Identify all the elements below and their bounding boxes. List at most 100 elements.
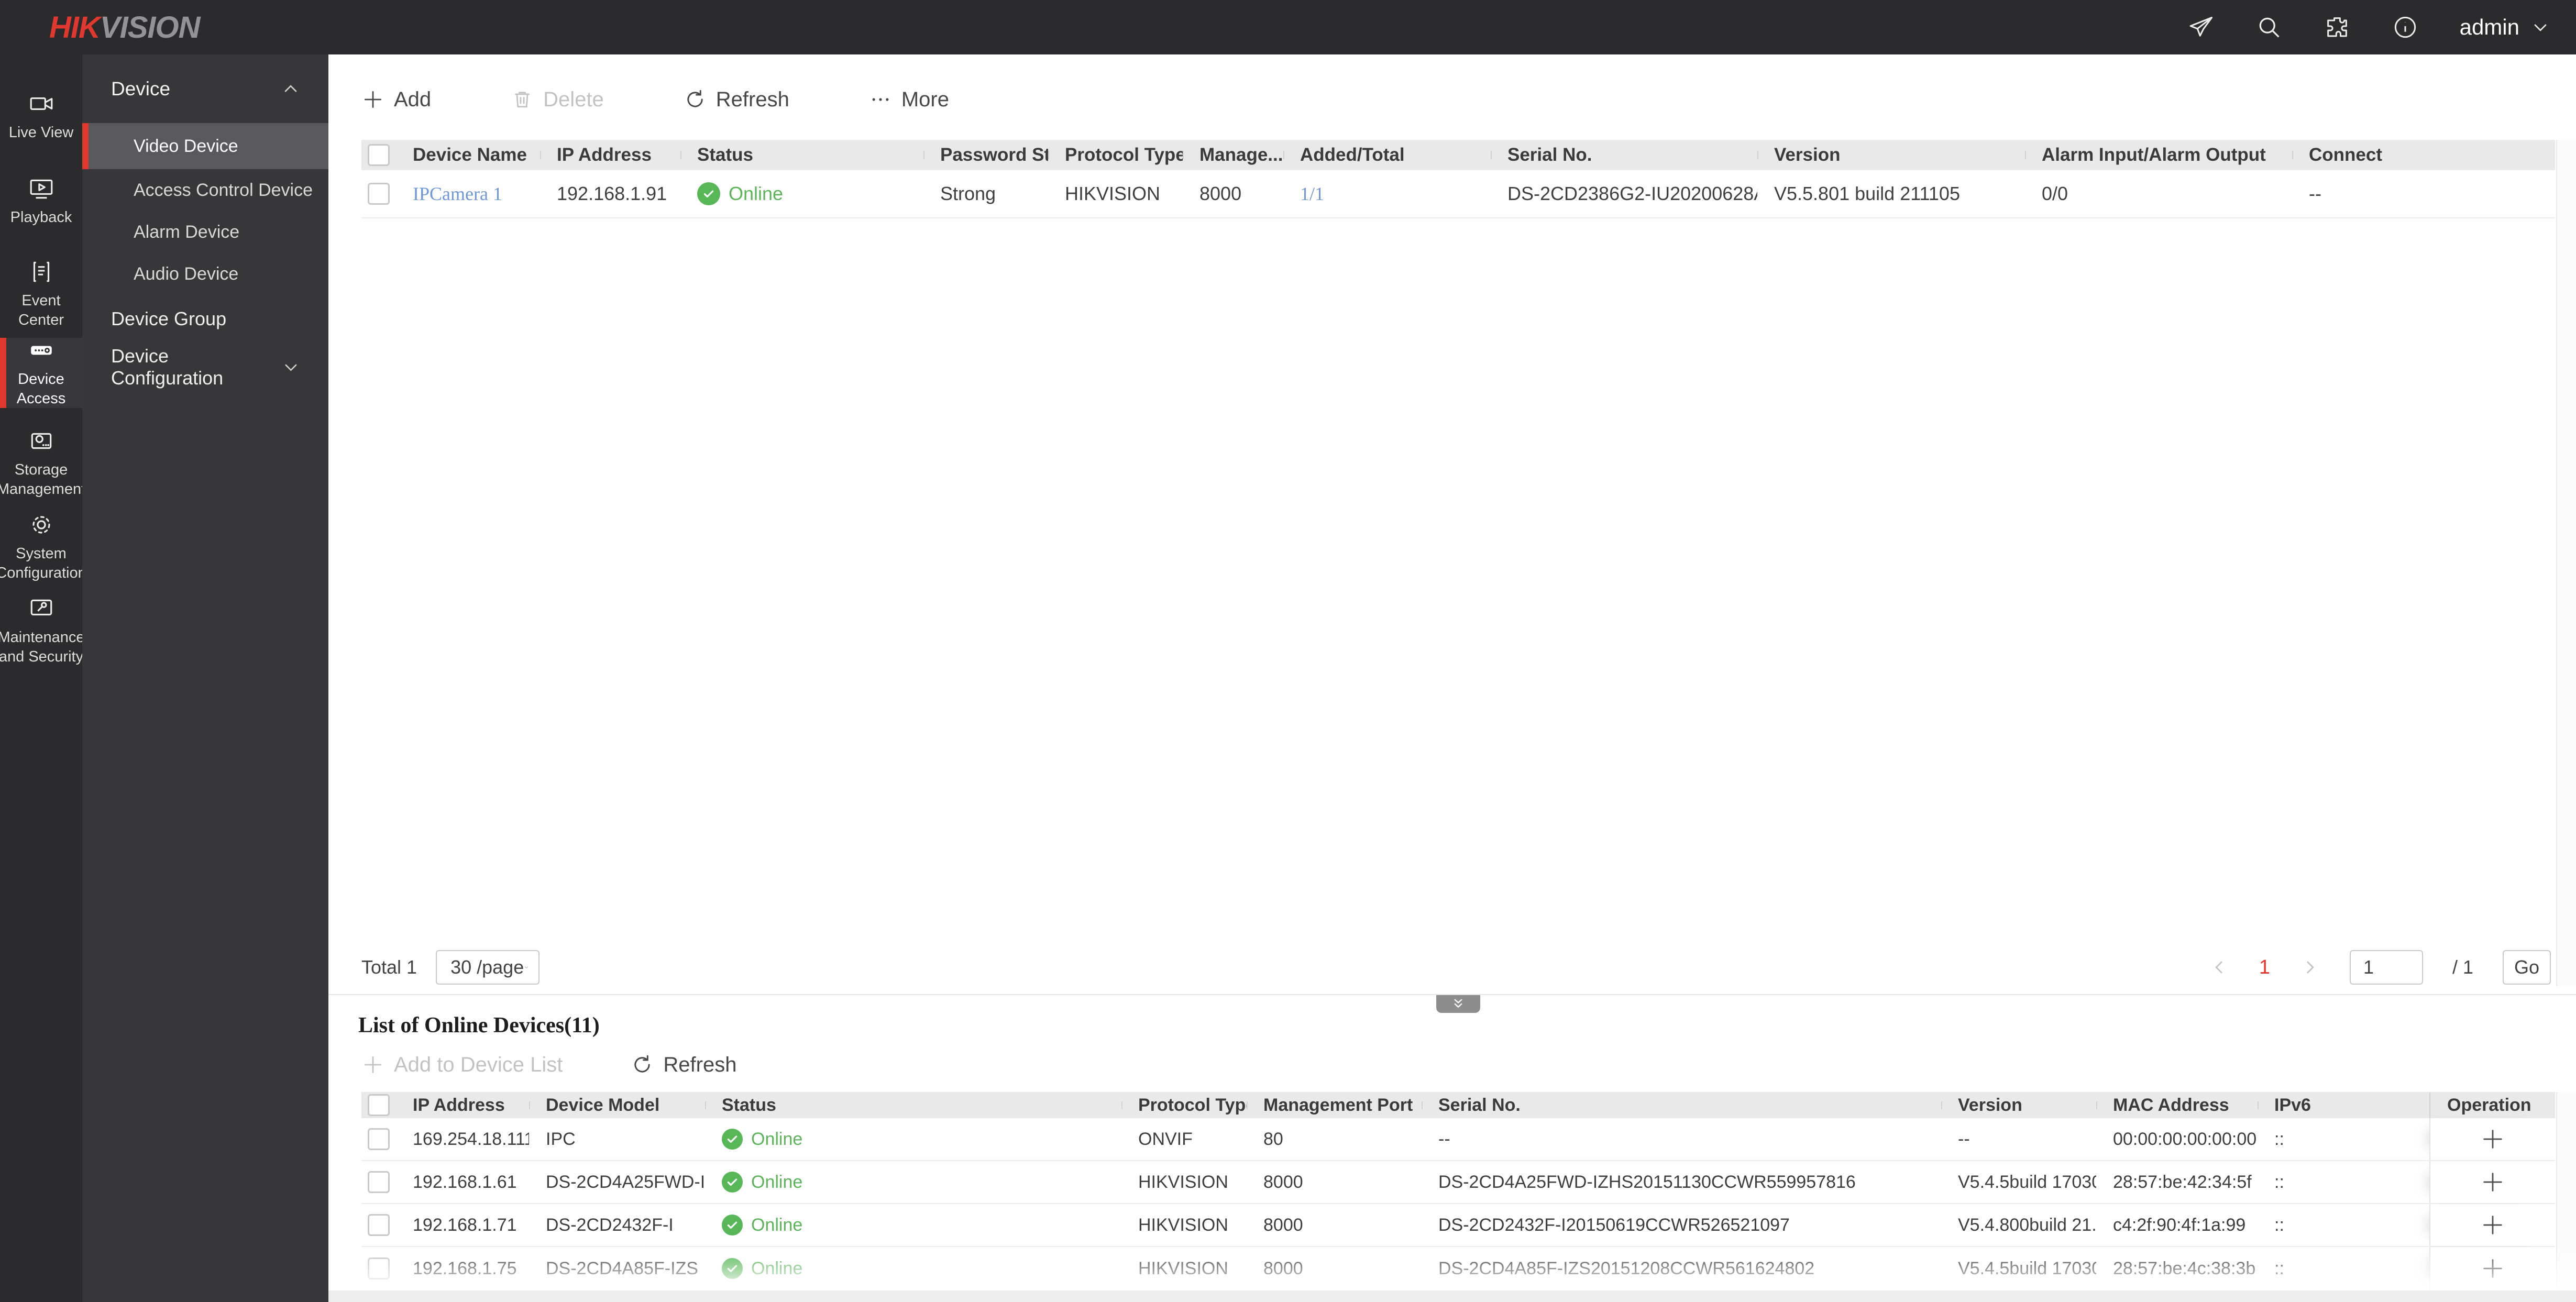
col-ip-address[interactable]: IP Address <box>396 1095 529 1116</box>
collapse-online-list-button[interactable] <box>1436 995 1480 1013</box>
sidebar-item-label: Live View <box>8 124 74 141</box>
share-paper-plane-icon[interactable] <box>2187 14 2215 41</box>
sidebar-item-maintenance-and-security[interactable]: Maintenance and Security <box>0 589 85 673</box>
online-toolbar: Add to Device List Refresh <box>361 1046 736 1083</box>
col-management-port[interactable]: Management Port <box>1247 1095 1422 1116</box>
select-all-checkbox[interactable] <box>368 144 390 166</box>
cell-serial: DS-2CD2432F-I20150619CCWR526521097 <box>1438 1215 1790 1235</box>
add-device-plus-icon[interactable] <box>2478 1210 2507 1240</box>
add-button[interactable]: Add <box>361 88 431 112</box>
more-button[interactable]: More <box>869 88 949 112</box>
cell-protocol: HIKVISION <box>1138 1215 1228 1235</box>
horizontal-scrollbar-track[interactable] <box>328 1290 2576 1302</box>
sidebar-item-playback[interactable]: Playback <box>0 169 82 235</box>
col-protocol-type[interactable]: Protocol Type <box>1048 145 1183 165</box>
cell-device-name[interactable]: IPCamera 1 <box>396 183 540 205</box>
col-serial-no[interactable]: Serial No. <box>1491 145 1757 165</box>
add-device-plus-icon[interactable] <box>2478 1254 2507 1283</box>
refresh-icon <box>634 1055 651 1073</box>
logo-vision: VISION <box>100 10 201 45</box>
page-jump-input[interactable] <box>2349 950 2423 985</box>
row-checkbox[interactable] <box>368 1128 390 1150</box>
sidebar-item-storage-management[interactable]: Storage Management <box>0 422 85 505</box>
col-serial-no[interactable]: Serial No. <box>1422 1095 1941 1116</box>
plugin-puzzle-icon[interactable] <box>2324 14 2351 41</box>
tree-item-audio-device[interactable]: Audio Device <box>82 253 328 295</box>
col-password-strength[interactable]: Password St... <box>923 145 1048 165</box>
cell-operation <box>2429 1161 2555 1203</box>
cell-protocol: HIKVISION <box>1065 183 1161 204</box>
vertical-scrollbar-track[interactable] <box>2556 140 2576 986</box>
tree-item-access-control-device[interactable]: Access Control Device <box>82 169 328 211</box>
user-menu[interactable]: admin <box>2460 15 2551 40</box>
col-version[interactable]: Version <box>1757 145 2025 165</box>
col-device-model[interactable]: Device Model <box>529 1095 705 1116</box>
cell-port: 8000 <box>1263 1258 1303 1278</box>
cell-added-total[interactable]: 1/1 <box>1283 183 1491 205</box>
row-checkbox[interactable] <box>368 1257 390 1279</box>
sidebar-item-live-view[interactable]: Live View <box>0 84 82 150</box>
col-ip-address[interactable]: IP Address <box>540 145 680 165</box>
current-page[interactable]: 1 <box>2259 956 2270 979</box>
cell-serial: DS-2CD4A25FWD-IZHS20151130CCWR559957816 <box>1438 1172 1856 1192</box>
col-status[interactable]: Status <box>680 145 923 165</box>
col-device-name[interactable]: Device Name <box>396 145 540 165</box>
cell-alarm-io: 0/0 <box>2042 183 2068 204</box>
sidebar-item-event-center[interactable]: Event Center <box>0 252 82 336</box>
prev-page-icon[interactable] <box>2209 957 2230 978</box>
status-badge: Online <box>697 182 923 205</box>
col-status[interactable]: Status <box>705 1095 1121 1116</box>
tree-item-label: Alarm Device <box>134 222 240 242</box>
device-table: Device Name IP Address Status Password S… <box>361 140 2555 218</box>
cell-ip: 192.168.1.71 <box>413 1215 517 1235</box>
add-device-plus-icon[interactable] <box>2478 1167 2507 1197</box>
go-button[interactable]: Go <box>2503 950 2551 985</box>
cell-password-strength: Strong <box>940 183 996 204</box>
tree-item-alarm-device[interactable]: Alarm Device <box>82 211 328 253</box>
cell-ipv6: :: <box>2274 1258 2284 1278</box>
add-to-device-list-button[interactable]: Add to Device List <box>361 1053 563 1077</box>
tree-item-device-group[interactable]: Device Group <box>82 295 328 343</box>
col-ipv6[interactable]: IPv6 <box>2258 1095 2429 1116</box>
row-checkbox[interactable] <box>368 1214 390 1236</box>
sidebar-item-label: Device Access <box>16 370 66 407</box>
chevron-down-icon <box>2530 17 2551 38</box>
online-check-icon <box>722 1129 743 1150</box>
col-added-total[interactable]: Added/Total <box>1283 145 1491 165</box>
col-mac-address[interactable]: MAC Address <box>2096 1095 2258 1116</box>
col-management-port[interactable]: Manage... <box>1183 145 1283 165</box>
sidebar-item-device-access[interactable]: Device Access <box>0 338 82 408</box>
page-size-select[interactable]: 30 /page <box>436 950 540 985</box>
col-connect[interactable]: Connect <box>2292 145 2555 165</box>
col-alarm-io[interactable]: Alarm Input/Alarm Output <box>2025 145 2292 165</box>
row-checkbox[interactable] <box>368 183 390 205</box>
next-page-icon[interactable] <box>2299 957 2320 978</box>
cell-status: Online <box>705 1129 1121 1150</box>
col-protocol-type[interactable]: Protocol Type <box>1121 1095 1247 1116</box>
row-select-cell <box>361 1128 396 1150</box>
online-refresh-button[interactable]: Refresh <box>631 1053 736 1077</box>
cell-port: 8000 <box>1263 1215 1303 1235</box>
status-text: Online <box>751 1129 803 1149</box>
row-checkbox[interactable] <box>368 1171 390 1193</box>
select-all-checkbox[interactable] <box>368 1094 390 1116</box>
logo-hik: HIK <box>49 10 101 45</box>
cell-operation <box>2429 1118 2555 1160</box>
search-icon[interactable] <box>2255 14 2283 41</box>
vertical-scrollbar-track[interactable] <box>2556 1092 2576 1290</box>
add-device-plus-icon[interactable] <box>2478 1124 2507 1154</box>
info-icon[interactable] <box>2392 14 2419 41</box>
status-badge: Online <box>722 1258 1121 1279</box>
col-version[interactable]: Version <box>1941 1095 2096 1116</box>
tree-item-device-configuration[interactable]: Device Configuration <box>82 343 328 391</box>
tree-header-device[interactable]: Device <box>82 54 328 123</box>
top-bar: HIKVISION admin <box>0 0 2576 54</box>
trash-icon <box>515 92 530 108</box>
delete-button[interactable]: Delete <box>511 88 604 112</box>
sidebar-item-system-configuration[interactable]: System Configuration <box>0 505 86 589</box>
video-camera-icon <box>28 91 54 117</box>
storage-drive-icon <box>28 428 54 454</box>
cell-ipv6: :: <box>2274 1129 2284 1149</box>
tree-item-video-device[interactable]: Video Device <box>82 123 328 169</box>
refresh-button[interactable]: Refresh <box>684 88 789 112</box>
